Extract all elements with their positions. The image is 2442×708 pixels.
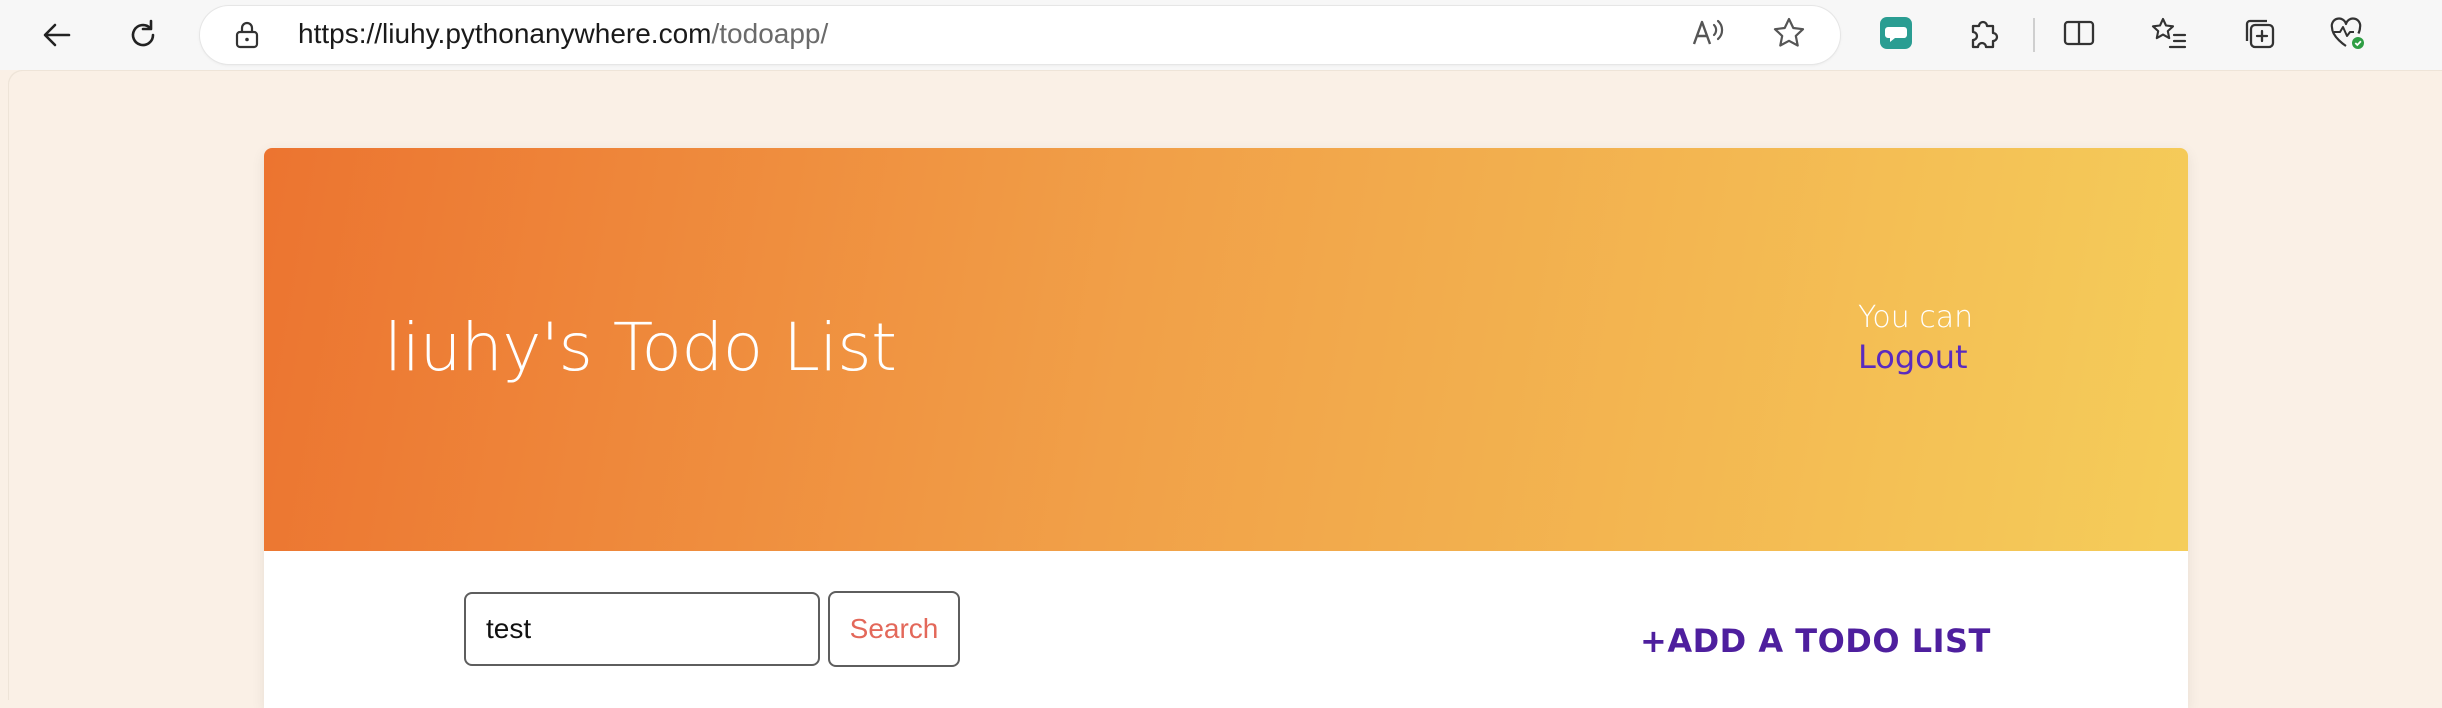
split-screen-button[interactable] bbox=[2056, 12, 2102, 58]
logout-link[interactable]: Logout bbox=[1858, 337, 1968, 377]
puzzle-icon bbox=[1965, 15, 2001, 55]
toolbar-separator bbox=[2033, 18, 2035, 52]
favorite-button[interactable] bbox=[1766, 12, 1812, 58]
chat-extension-icon bbox=[1878, 15, 1914, 55]
hero-banner: liuhy's Todo List You can Logout bbox=[264, 148, 2188, 551]
add-todo-list-link[interactable]: +ADD A TODO LIST bbox=[1640, 620, 1991, 662]
extensions-button[interactable] bbox=[1960, 12, 2006, 58]
browser-health-icon bbox=[2328, 15, 2366, 55]
read-aloud-icon bbox=[1691, 16, 1727, 54]
browser-health-button[interactable] bbox=[2324, 12, 2370, 58]
logout-hint-text: You can bbox=[1858, 300, 1974, 335]
search-button[interactable]: Search bbox=[828, 591, 960, 667]
collections-button[interactable] bbox=[2236, 12, 2282, 58]
url-host: https://liuhy.pythonanywhere.com bbox=[298, 18, 712, 49]
url-path: /todoapp/ bbox=[711, 18, 829, 49]
chat-extension-button[interactable] bbox=[1873, 12, 1919, 58]
search-input[interactable] bbox=[464, 592, 820, 666]
back-button[interactable] bbox=[32, 10, 82, 60]
refresh-button[interactable] bbox=[118, 10, 168, 60]
collections-icon bbox=[2241, 15, 2277, 55]
page-title: liuhy's Todo List bbox=[384, 309, 897, 386]
read-aloud-button[interactable] bbox=[1686, 12, 1732, 58]
lock-icon[interactable] bbox=[232, 20, 262, 50]
url-text[interactable]: https://liuhy.pythonanywhere.com/todoapp… bbox=[298, 14, 828, 54]
favorites-button[interactable] bbox=[2146, 12, 2192, 58]
split-screen-icon bbox=[2061, 15, 2097, 55]
back-arrow-icon bbox=[39, 17, 75, 53]
refresh-icon bbox=[125, 17, 161, 53]
browser-toolbar: https://liuhy.pythonanywhere.com/todoapp… bbox=[0, 0, 2442, 70]
favorites-list-icon bbox=[2150, 15, 2188, 55]
todo-card: liuhy's Todo List You can Logout Search … bbox=[264, 148, 2188, 708]
star-icon bbox=[1771, 15, 1807, 55]
